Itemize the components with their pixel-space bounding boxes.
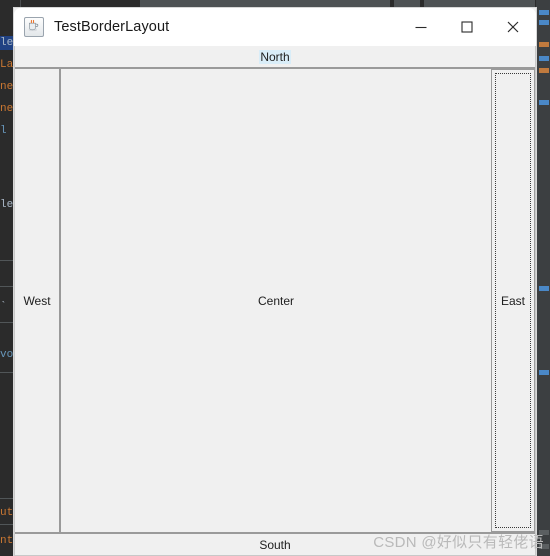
- south-button-label: South: [259, 537, 291, 552]
- west-button-label: West: [23, 293, 51, 308]
- east-button-label: East: [500, 293, 525, 308]
- ide-analysis-marker[interactable]: [539, 100, 549, 105]
- window-controls: [398, 8, 536, 46]
- maximize-button[interactable]: [444, 8, 490, 46]
- ide-topbar-tab[interactable]: [394, 0, 420, 8]
- ide-analysis-marker[interactable]: [539, 286, 549, 291]
- close-button[interactable]: [490, 8, 536, 46]
- java-application-window[interactable]: TestBorderLayout North West Center East …: [14, 8, 536, 556]
- ide-topbar-tabs: [140, 0, 550, 8]
- border-layout-middle-row: West Center East: [15, 69, 535, 532]
- ide-analysis-marker-strip[interactable]: [535, 0, 550, 556]
- border-layout-container: North West Center East South: [14, 46, 536, 556]
- ide-analysis-marker[interactable]: [539, 56, 549, 61]
- minimize-button[interactable]: [398, 8, 444, 46]
- ide-analysis-marker[interactable]: [539, 10, 549, 15]
- csdn-watermark: CSDN @好似只有轻佬语: [373, 534, 544, 551]
- window-titlebar[interactable]: TestBorderLayout: [14, 8, 536, 46]
- ide-analysis-marker[interactable]: [539, 370, 549, 375]
- ide-analysis-marker[interactable]: [539, 42, 549, 47]
- east-button[interactable]: East: [491, 69, 535, 532]
- center-button[interactable]: Center: [61, 69, 491, 532]
- north-button-label: North: [259, 49, 291, 64]
- screen: len La ne ne2 l les ` voi ut nt TestBord…: [0, 0, 550, 556]
- window-title: TestBorderLayout: [54, 19, 170, 35]
- north-button[interactable]: North: [15, 46, 535, 69]
- ide-topbar-tab[interactable]: [424, 0, 544, 8]
- ide-analysis-marker[interactable]: [539, 68, 549, 73]
- west-button[interactable]: West: [15, 69, 61, 532]
- ide-analysis-marker[interactable]: [539, 20, 549, 25]
- center-button-label: Center: [257, 293, 295, 308]
- java-coffee-cup-icon: [24, 17, 44, 37]
- ide-topbar-tab[interactable]: [140, 0, 390, 8]
